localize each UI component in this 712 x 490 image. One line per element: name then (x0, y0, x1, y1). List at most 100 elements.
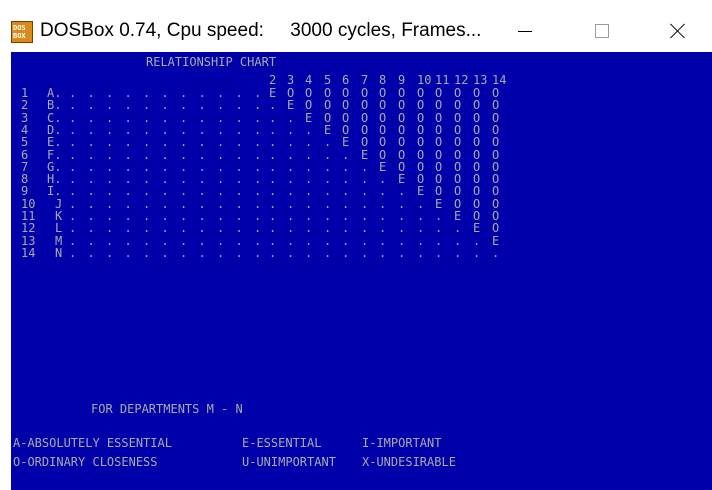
dos-screen[interactable]: RELATIONSHIP CHART 2 3 4 5 6 7 8 9 10 11 12 13 14 1 A.… (11, 52, 712, 490)
maximize-button[interactable] (582, 16, 622, 46)
relationship-cell: . (305, 135, 313, 149)
relationship-cell: . (398, 246, 406, 260)
relationship-cell: O (454, 184, 462, 198)
relationship-cell: . (287, 221, 295, 235)
leader-dot: . (69, 135, 77, 149)
departments-label: FOR DEPARTMENTS M - N (91, 402, 243, 416)
leader-dot: . (217, 221, 225, 235)
relationship-cell: E (287, 98, 295, 112)
leader-dot: . (106, 246, 114, 260)
relationship-cell: . (492, 246, 500, 260)
legend-essential: E-ESSENTIAL (242, 436, 322, 450)
relationship-cell: . (473, 246, 481, 260)
relationship-cell: O (417, 98, 425, 112)
relationship-cell: E (473, 221, 481, 235)
leader-dot: . (143, 135, 151, 149)
leader-dot: . (87, 135, 95, 149)
relationship-cell: E (417, 184, 425, 198)
relationship-cell: . (379, 246, 387, 260)
relationship-cell: . (361, 221, 369, 235)
relationship-cell: O (417, 135, 425, 149)
leader-dot: . (235, 135, 243, 149)
row-label: I. (47, 184, 62, 198)
relationship-cell: . (324, 246, 332, 260)
leader-dot: . (69, 98, 77, 112)
leader-dot: . (161, 246, 169, 260)
relationship-cell: O (398, 98, 406, 112)
row-number: 2 (21, 98, 29, 112)
relationship-cell: O (305, 98, 313, 112)
leader-dot: . (217, 246, 225, 260)
relationship-cell: O (435, 184, 443, 198)
relationship-cell: O (361, 98, 369, 112)
leader-dot: . (180, 246, 188, 260)
relationship-cell: . (454, 221, 462, 235)
column-header: 11 (435, 73, 450, 87)
leader-dot: . (217, 98, 225, 112)
minimize-icon (518, 30, 532, 32)
relationship-cell: . (398, 184, 406, 198)
leader-dot: . (254, 135, 262, 149)
row-number: 14 (21, 246, 36, 260)
relationship-cell: E (342, 135, 350, 149)
relationship-cell: O (342, 98, 350, 112)
leader-dot: . (161, 184, 169, 198)
maximize-icon (595, 24, 609, 38)
column-header: 4 (305, 73, 313, 87)
leader-dot: . (198, 221, 206, 235)
leader-dot: . (198, 98, 206, 112)
relationship-cell: O (492, 221, 500, 235)
relationship-cell: . (379, 221, 387, 235)
leader-dot: . (106, 135, 114, 149)
relationship-cell: . (454, 246, 462, 260)
leader-dot: . (124, 221, 132, 235)
relationship-cell: . (305, 246, 313, 260)
leader-dot: . (235, 184, 243, 198)
relationship-cell: . (417, 221, 425, 235)
column-header: 7 (361, 73, 369, 87)
leader-dot: . (143, 221, 151, 235)
relationship-cell: O (379, 98, 387, 112)
relationship-cell: . (417, 246, 425, 260)
legend-undesirable: X-UNDESIRABLE (362, 455, 456, 469)
relationship-cell: O (492, 98, 500, 112)
leader-dot: . (87, 221, 95, 235)
leader-dot: . (180, 184, 188, 198)
leader-dot: . (217, 184, 225, 198)
leader-dot: . (124, 135, 132, 149)
leader-dot: . (69, 246, 77, 260)
close-button[interactable] (658, 16, 698, 46)
dosbox-icon[interactable]: DOS BOX (11, 21, 33, 43)
leader-dot: . (87, 184, 95, 198)
leader-dot: . (180, 221, 188, 235)
row-number: 5 (21, 135, 29, 149)
relationship-cell: . (435, 221, 443, 235)
title-bar[interactable]: DOS BOX DOSBox 0.74, Cpu speed: 3000 cyc… (0, 0, 712, 52)
leader-dot: . (198, 184, 206, 198)
column-header: 14 (492, 73, 507, 87)
relationship-cell: O (473, 98, 481, 112)
row-label: L (55, 221, 63, 235)
relationship-cell: . (361, 246, 369, 260)
relationship-cell: . (342, 221, 350, 235)
relationship-cell: O (324, 98, 332, 112)
leader-dot: . (254, 184, 262, 198)
leader-dot: . (124, 184, 132, 198)
relationship-cell: . (324, 135, 332, 149)
relationship-cell: O (473, 184, 481, 198)
relationship-cell: O (361, 135, 369, 149)
leader-dot: . (198, 246, 206, 260)
leader-dot: . (217, 135, 225, 149)
column-header: 2 (269, 73, 277, 87)
column-header: 13 (473, 73, 488, 87)
leader-dot: . (124, 246, 132, 260)
relationship-cell: . (287, 246, 295, 260)
leader-dot: . (124, 98, 132, 112)
relationship-cell: . (324, 221, 332, 235)
leader-dot: . (69, 184, 77, 198)
relationship-cell: . (361, 184, 369, 198)
leader-dot: . (180, 135, 188, 149)
relationship-cell: . (342, 246, 350, 260)
leader-dot: . (254, 221, 262, 235)
minimize-button[interactable] (505, 16, 545, 46)
